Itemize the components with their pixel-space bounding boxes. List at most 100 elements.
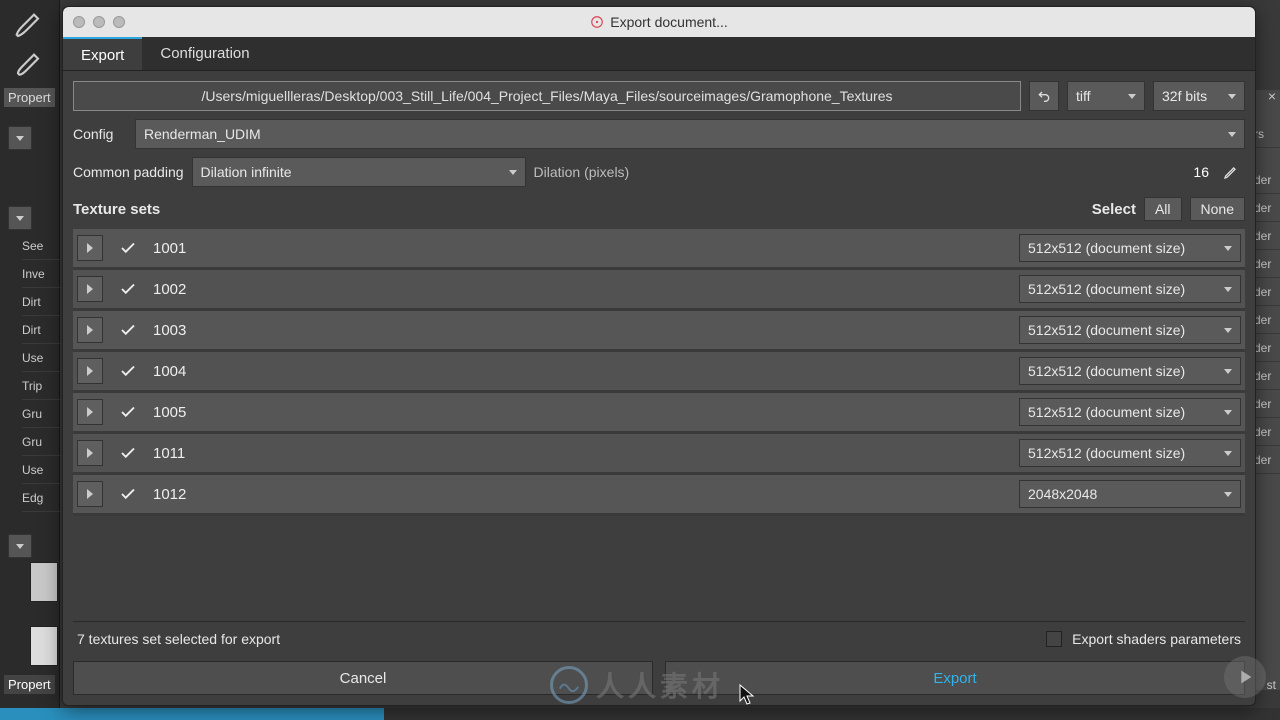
texture-set-row: 1001512x512 (document size) [73,229,1245,270]
padding-label: Common padding [73,164,184,180]
undo-icon [1036,88,1052,104]
tab-configuration[interactable]: Configuration [142,37,267,70]
bg-left-item: Dirt [22,316,62,344]
config-value: Renderman_UDIM [144,126,261,142]
texture-sets-label: Texture sets [73,201,160,218]
select-all-button[interactable]: All [1144,197,1182,221]
expand-set-button[interactable] [77,317,103,343]
bg-right-last: st [1267,678,1276,692]
set-size-value: 512x512 (document size) [1028,404,1185,420]
chevron-right-icon [87,325,93,335]
texture-sets-header: Texture sets Select All None [73,197,1245,221]
expand-set-button[interactable] [77,481,103,507]
bitdepth-value: 32f bits [1162,88,1207,104]
expand-set-button[interactable] [77,276,103,302]
export-path-input[interactable] [73,81,1021,111]
chevron-down-icon [1128,94,1136,99]
chevron-down-icon [1224,287,1232,292]
window-title-text: Export document... [610,14,728,30]
chevron-down-icon [509,170,517,175]
export-dialog: Export document... Export Configuration … [62,6,1256,706]
set-size-select[interactable]: 2048x2048 [1019,480,1241,508]
path-row: tiff 32f bits [73,81,1245,111]
check-icon [119,444,137,462]
export-shaders-row: Export shaders parameters [1046,631,1241,647]
chevron-down-icon [1224,246,1232,251]
tab-export[interactable]: Export [63,37,142,70]
texture-set-row: 1005 512x512 (document size) [73,393,1245,434]
chevron-down-icon [1228,132,1236,137]
set-checkbox[interactable] [117,278,139,300]
set-name: 1002 [153,281,1005,298]
chevron-down-icon [1224,492,1232,497]
set-size-select[interactable]: 512x512 (document size) [1019,398,1241,426]
bg-collapse-2 [8,206,32,230]
set-checkbox[interactable] [117,360,139,382]
expand-set-button[interactable] [77,440,103,466]
padding-value: Dilation infinite [201,164,292,180]
bitdepth-select[interactable]: 32f bits [1153,81,1245,111]
bg-properties-label-2: Propert [4,675,55,694]
chevron-right-icon [87,407,93,417]
check-icon [119,280,137,298]
bg-left-item: Trip [22,372,62,400]
status-text: 7 textures set selected for export [77,631,280,647]
set-size-select[interactable]: 512x512 (document size) [1019,275,1241,303]
expand-set-button[interactable] [77,358,103,384]
dilation-value: 16 [1193,164,1209,180]
export-button[interactable]: Export [665,661,1245,695]
chevron-down-icon [1224,369,1232,374]
set-size-value: 2048x2048 [1028,486,1097,502]
bg-bottom-bar [0,708,1280,720]
pencil-icon [1223,164,1239,180]
texture-set-row: 10122048x2048 [73,475,1245,516]
set-name: 1005 [153,404,1005,421]
set-size-select[interactable]: 512x512 (document size) [1019,439,1241,467]
play-overlay-icon [1224,656,1266,698]
config-label: Config [73,126,127,142]
chevron-down-icon [1228,94,1236,99]
set-checkbox[interactable] [117,483,139,505]
config-select[interactable]: Renderman_UDIM [135,119,1245,149]
bg-left-item: Use [22,344,62,372]
set-size-value: 512x512 (document size) [1028,445,1185,461]
chevron-right-icon [87,243,93,253]
export-shaders-label: Export shaders parameters [1072,631,1241,647]
bg-swatch-1 [30,562,58,602]
select-label: Select [1092,201,1136,218]
dialog-content: tiff 32f bits Config Renderman_UDIM Comm… [63,71,1255,655]
bg-properties-label: Propert [4,88,55,107]
bg-left-item: Use [22,456,62,484]
set-checkbox[interactable] [117,401,139,423]
undo-path-button[interactable] [1029,81,1059,111]
texture-set-row: 1003512x512 (document size) [73,311,1245,352]
tab-bar: Export Configuration [63,37,1255,71]
select-none-button[interactable]: None [1190,197,1245,221]
check-icon [119,362,137,380]
format-value: tiff [1076,88,1091,104]
format-select[interactable]: tiff [1067,81,1145,111]
set-checkbox[interactable] [117,319,139,341]
chevron-right-icon [87,284,93,294]
expand-set-button[interactable] [77,399,103,425]
dilation-field: Dilation (pixels) 16 [534,162,1245,182]
set-size-select[interactable]: 512x512 (document size) [1019,357,1241,385]
edit-dilation-button[interactable] [1221,162,1241,182]
set-checkbox[interactable] [117,237,139,259]
export-shaders-checkbox[interactable] [1046,631,1062,647]
bg-close-icon: × [1268,88,1276,104]
set-name: 1004 [153,363,1005,380]
padding-select[interactable]: Dilation infinite [192,157,526,187]
set-size-value: 512x512 (document size) [1028,322,1185,338]
bg-left-item: Edg [22,484,62,512]
set-size-select[interactable]: 512x512 (document size) [1019,234,1241,262]
bg-left-item: See [22,232,62,260]
chevron-down-icon [1224,328,1232,333]
dilation-label: Dilation (pixels) [534,164,630,180]
chevron-down-icon [1224,451,1232,456]
set-size-select[interactable]: 512x512 (document size) [1019,316,1241,344]
expand-set-button[interactable] [77,235,103,261]
bg-swatch-2 [30,626,58,666]
set-checkbox[interactable] [117,442,139,464]
texture-set-row: 1002 512x512 (document size) [73,270,1245,311]
